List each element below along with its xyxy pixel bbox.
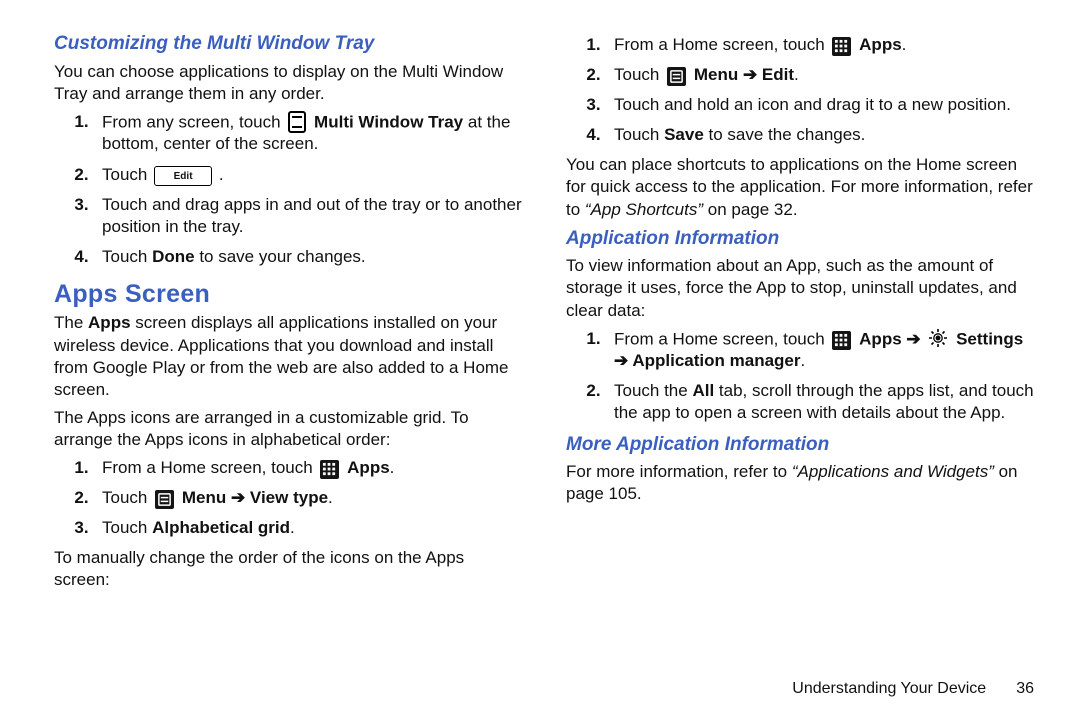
text: to save your changes.	[199, 247, 365, 266]
ref: “Applications and Widgets”	[792, 462, 994, 481]
text: on page 32.	[703, 200, 798, 219]
heading-customizing: Customizing the Multi Window Tray	[54, 32, 522, 57]
text: .	[902, 35, 907, 54]
steps-app-info: From a Home screen, touch Apps ➔ Setting…	[566, 328, 1034, 425]
steps-customizing: From any screen, touch Multi Window Tray…	[54, 111, 522, 268]
text: Touch	[614, 65, 664, 84]
step-4: Touch Save to save the changes.	[610, 124, 1034, 146]
heading-app-info: Application Information	[566, 227, 1034, 252]
steps-manual: From a Home screen, touch Apps. Touch Me…	[566, 34, 1034, 146]
p-customizing-intro: You can choose applications to display o…	[54, 61, 522, 105]
text: to save the changes.	[704, 125, 866, 144]
menu-icon	[667, 67, 686, 86]
label: Done	[152, 247, 195, 266]
page-footer: Understanding Your Device 36	[54, 679, 1034, 700]
text: Touch the	[614, 381, 692, 400]
text: .	[794, 65, 799, 84]
text: The	[54, 313, 88, 332]
step-4: Touch Done to save your changes.	[98, 246, 522, 268]
heading-apps-screen: Apps Screen	[54, 278, 522, 311]
text: .	[390, 458, 395, 477]
left-column: Customizing the Multi Window Tray You ca…	[54, 30, 522, 671]
p-app-info: To view information about an App, such a…	[566, 255, 1034, 321]
label: Apps	[88, 313, 131, 332]
label: Menu	[182, 488, 226, 507]
step-1: From a Home screen, touch Apps.	[610, 34, 1034, 56]
text: .	[290, 518, 295, 537]
arrow-icon: ➔	[902, 329, 926, 348]
ref: “App Shortcuts”	[585, 200, 703, 219]
text: Touch	[102, 488, 152, 507]
right-column: From a Home screen, touch Apps. Touch Me…	[566, 30, 1034, 671]
label: Settings	[956, 329, 1023, 348]
settings-gear-icon	[928, 328, 948, 348]
heading-more-info: More Application Information	[566, 433, 1034, 458]
label: Alphabetical grid	[152, 518, 290, 537]
apps-grid-icon	[320, 460, 339, 479]
step-2: Touch Menu ➔ Edit.	[610, 64, 1034, 86]
text: For more information, refer to	[566, 462, 792, 481]
text: From a Home screen, touch	[614, 35, 829, 54]
text: Touch	[102, 247, 152, 266]
steps-alphabetical: From a Home screen, touch Apps. Touch Me…	[54, 457, 522, 539]
step-1: From a Home screen, touch Apps ➔ Setting…	[610, 328, 1034, 373]
page-number: 36	[1016, 679, 1034, 700]
multi-window-tray-icon	[288, 111, 306, 133]
text: Touch	[102, 518, 152, 537]
text: .	[219, 165, 224, 184]
text: .	[800, 351, 805, 370]
text: From a Home screen, touch	[102, 458, 317, 477]
p-apps-desc: The Apps screen displays all application…	[54, 312, 522, 400]
text: From a Home screen, touch	[614, 329, 829, 348]
arrow-icon: ➔	[738, 65, 762, 84]
p-apps-grid: The Apps icons are arranged in a customi…	[54, 407, 522, 451]
step-3: Touch and hold an icon and drag it to a …	[610, 94, 1034, 116]
label: All	[692, 381, 714, 400]
step-3: Touch Alphabetical grid.	[98, 517, 522, 539]
step-1: From a Home screen, touch Apps.	[98, 457, 522, 479]
label: Edit	[762, 65, 794, 84]
menu-icon	[155, 490, 174, 509]
step-1: From any screen, touch Multi Window Tray…	[98, 111, 522, 156]
label: Save	[664, 125, 704, 144]
text: Touch	[614, 125, 664, 144]
step-3: Touch and drag apps in and out of the tr…	[98, 194, 522, 238]
p-manual-intro: To manually change the order of the icon…	[54, 547, 522, 591]
apps-grid-icon	[832, 331, 851, 350]
arrow-icon: ➔	[226, 488, 250, 507]
text: Touch	[102, 165, 152, 184]
label: Apps	[859, 329, 902, 348]
label: Application manager	[632, 351, 800, 370]
label: Apps	[347, 458, 390, 477]
p-more-info: For more information, refer to “Applicat…	[566, 461, 1034, 505]
chapter-title: Understanding Your Device	[792, 679, 986, 700]
label: View type	[250, 488, 328, 507]
page-columns: Customizing the Multi Window Tray You ca…	[54, 30, 1034, 671]
edit-pill-icon: Edit	[154, 166, 212, 186]
p-shortcuts: You can place shortcuts to applications …	[566, 154, 1034, 220]
arrow-icon: ➔	[614, 351, 632, 370]
step-2: Touch the All tab, scroll through the ap…	[610, 380, 1034, 424]
label: Apps	[859, 35, 902, 54]
step-2: Touch Menu ➔ View type.	[98, 487, 522, 509]
text: .	[328, 488, 333, 507]
apps-grid-icon	[832, 37, 851, 56]
text: From any screen, touch	[102, 112, 285, 131]
label: Menu	[694, 65, 738, 84]
label: Multi Window Tray	[314, 112, 463, 131]
step-2: Touch Edit .	[98, 164, 522, 186]
